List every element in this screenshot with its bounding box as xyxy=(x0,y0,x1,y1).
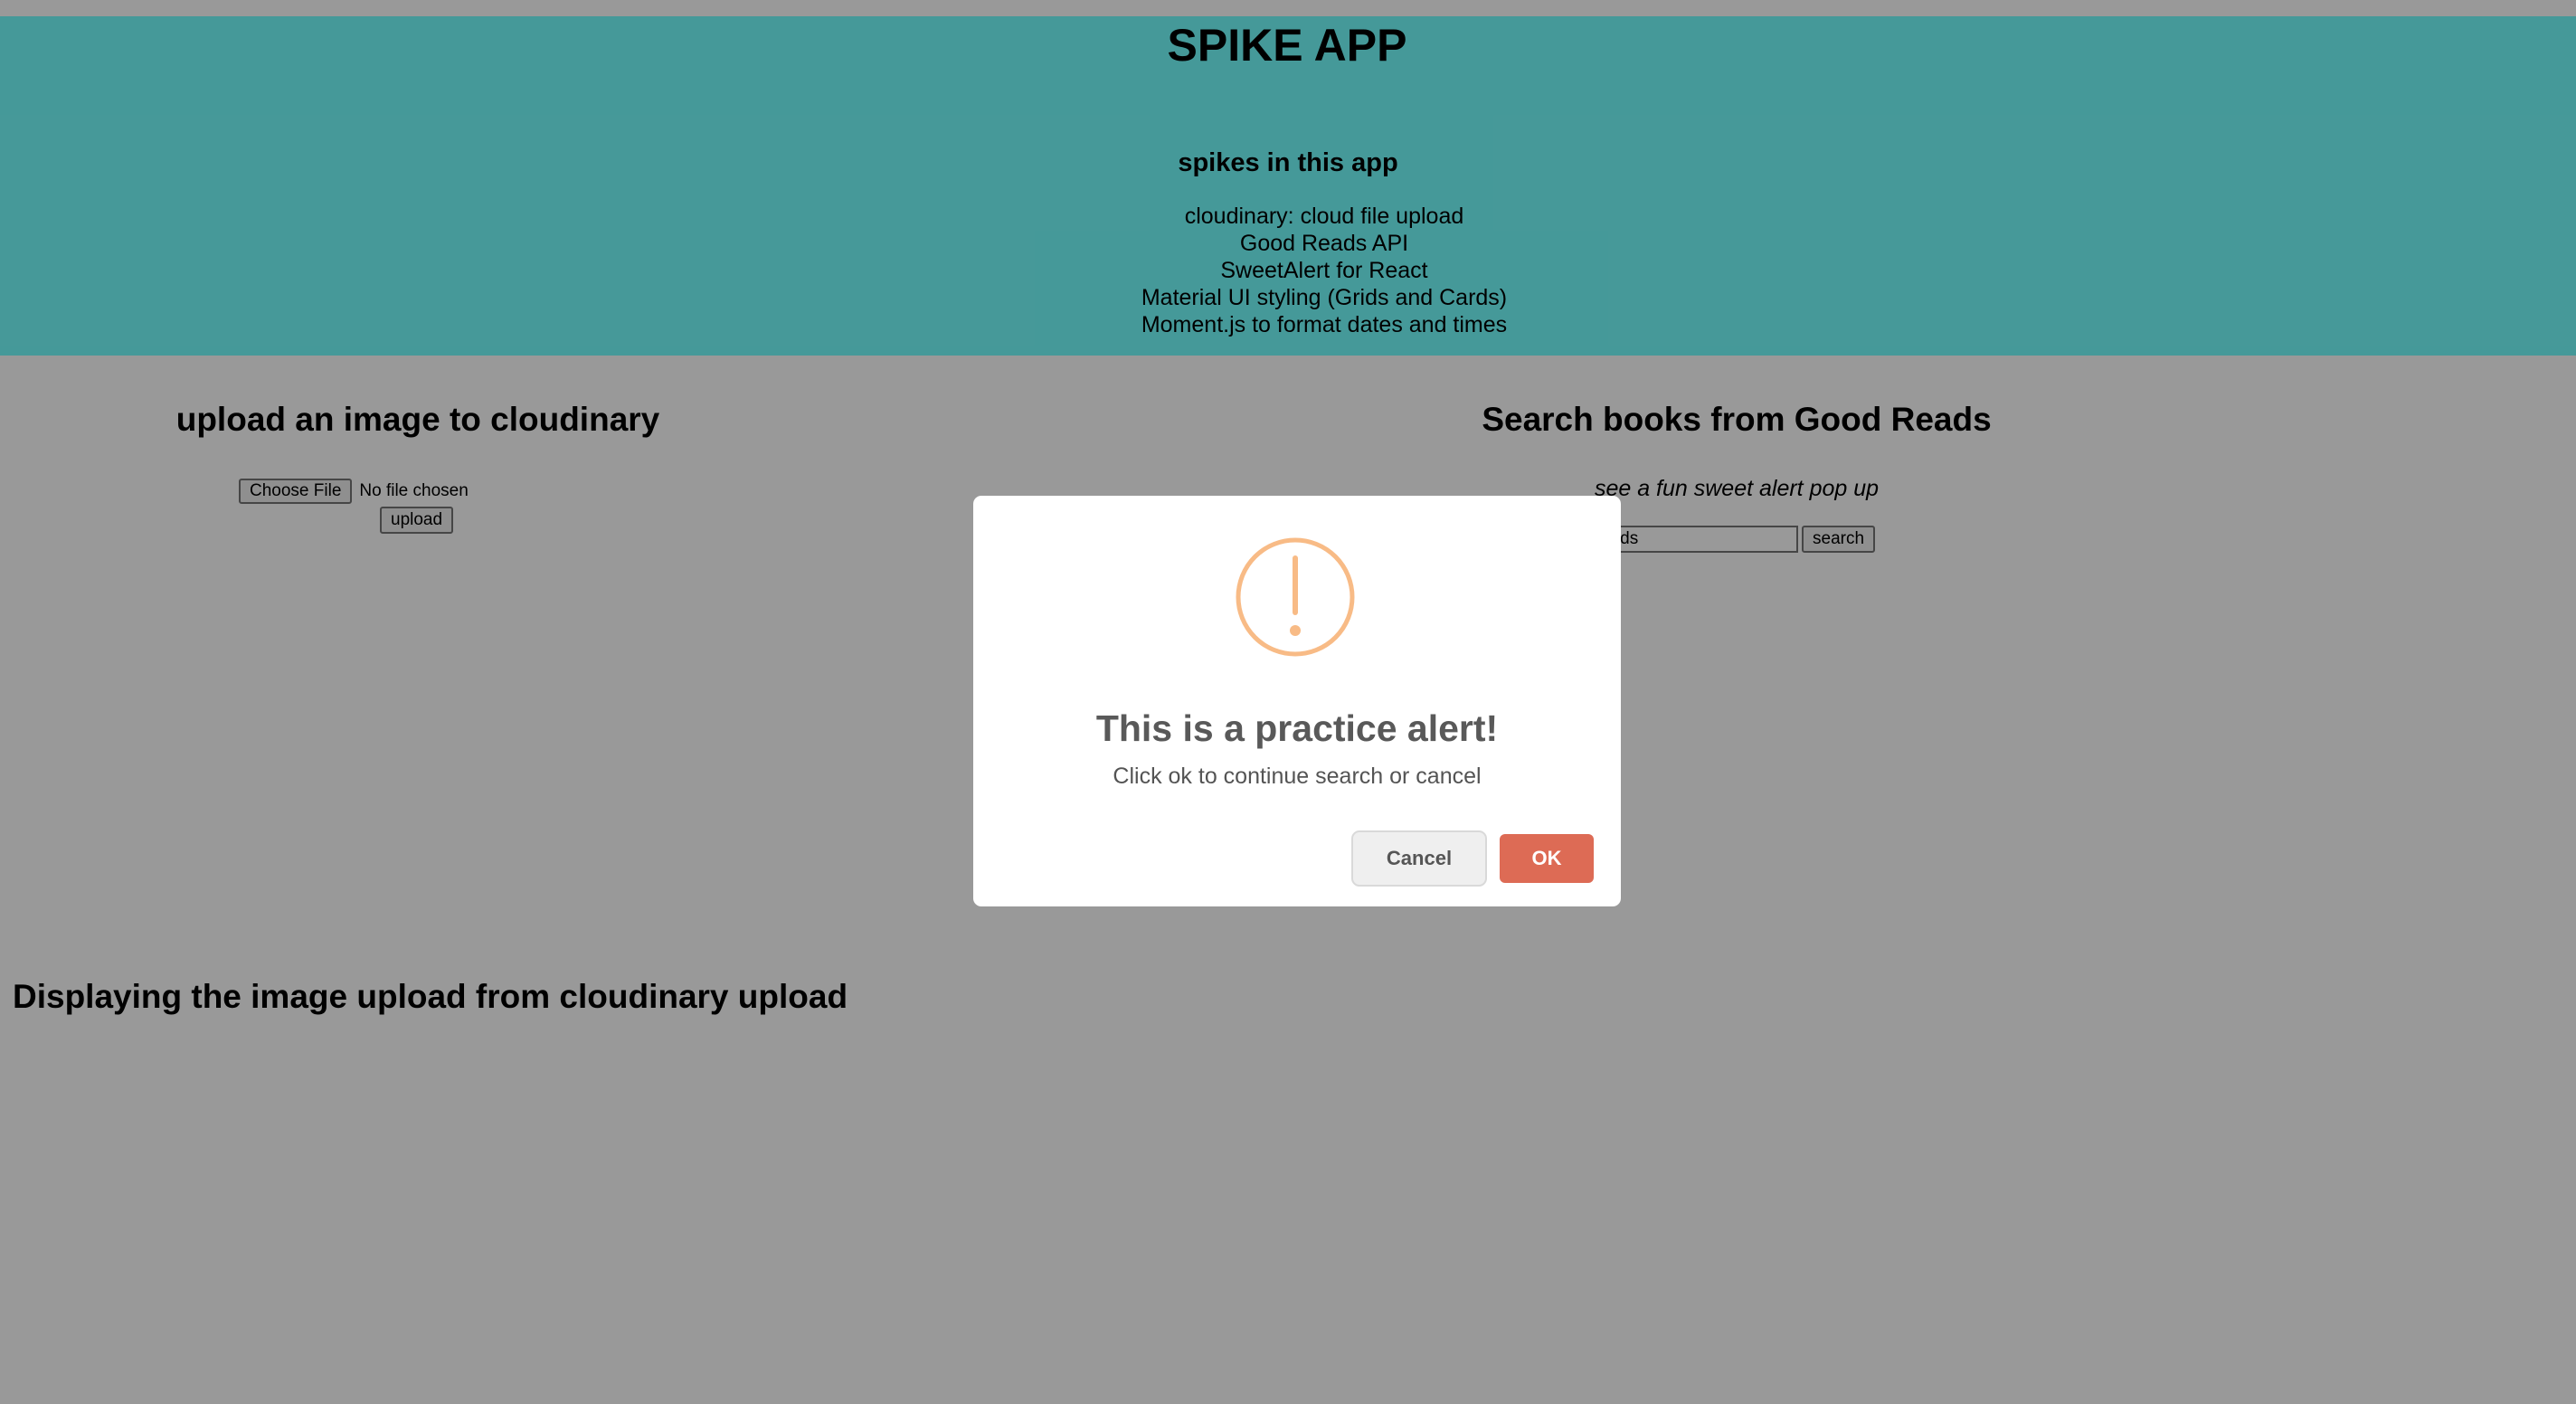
ok-button[interactable]: OK xyxy=(1500,834,1594,883)
alert-text: Click ok to continue search or cancel xyxy=(1113,764,1482,789)
alert-title: This is a practice alert! xyxy=(1095,707,1499,749)
exclamation-circle-icon xyxy=(1236,537,1355,657)
cancel-button[interactable]: Cancel xyxy=(1351,830,1487,887)
alert-modal: This is a practice alert! Click ok to co… xyxy=(973,496,1621,906)
